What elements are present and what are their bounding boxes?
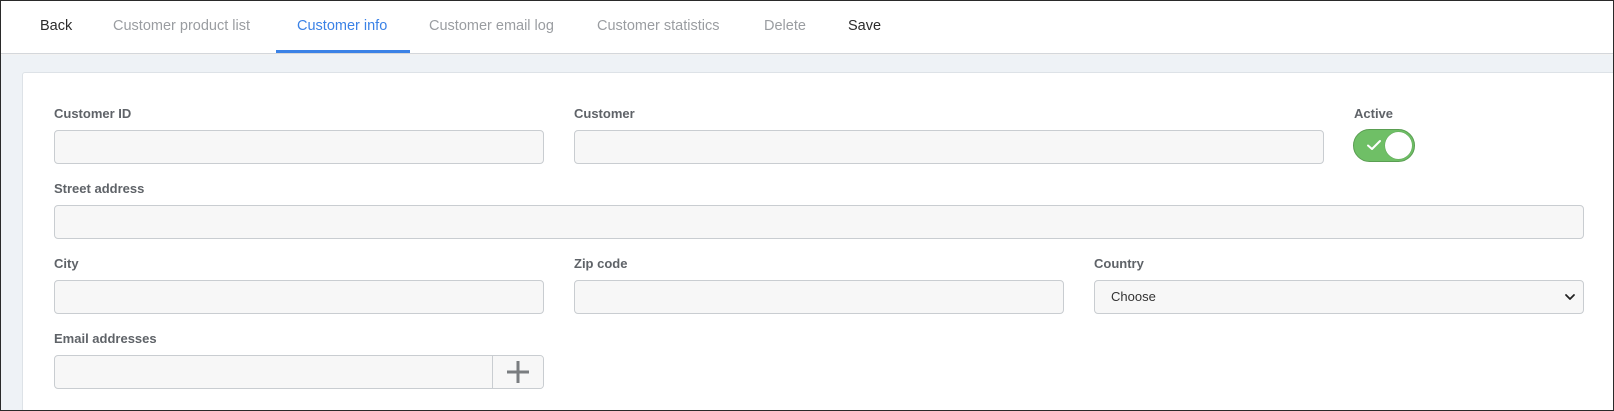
chevron-down-icon [1565, 294, 1575, 300]
add-email-button[interactable] [492, 356, 543, 388]
customer-input[interactable] [574, 130, 1324, 164]
street-address-input[interactable] [54, 205, 1584, 239]
check-icon [1367, 140, 1381, 150]
country-selected-value: Choose [1111, 289, 1156, 304]
plus-icon [507, 361, 529, 383]
city-label: City [54, 256, 79, 271]
country-select[interactable]: Choose [1094, 280, 1584, 314]
delete-button[interactable]: Delete [764, 1, 806, 54]
active-toggle[interactable] [1353, 129, 1415, 162]
active-label: Active [1354, 106, 1394, 121]
country-label: Country [1094, 256, 1144, 271]
email-address-input[interactable] [55, 356, 493, 388]
save-button[interactable]: Save [848, 1, 881, 54]
customer-id-input[interactable] [54, 130, 544, 164]
tab-customer-product-list[interactable]: Customer product list [113, 1, 250, 54]
city-input[interactable] [54, 280, 544, 314]
toggle-knob [1385, 132, 1412, 159]
tab-back[interactable]: Back [40, 1, 72, 54]
tab-bar: Back Customer product list Customer info… [1, 1, 1613, 54]
customer-id-label: Customer ID [54, 106, 132, 121]
tab-customer-statistics[interactable]: Customer statistics [597, 1, 719, 54]
active-tab-indicator [276, 50, 410, 53]
zip-code-input[interactable] [574, 280, 1064, 314]
email-addresses-group [54, 355, 544, 389]
tab-customer-info[interactable]: Customer info [297, 1, 387, 54]
street-address-label: Street address [54, 181, 145, 196]
customer-editor-window: Back Customer product list Customer info… [0, 0, 1614, 411]
tab-customer-email-log[interactable]: Customer email log [429, 1, 554, 54]
email-addresses-label: Email addresses [54, 331, 157, 346]
customer-label: Customer [574, 106, 635, 121]
zip-code-label: Zip code [574, 256, 628, 271]
